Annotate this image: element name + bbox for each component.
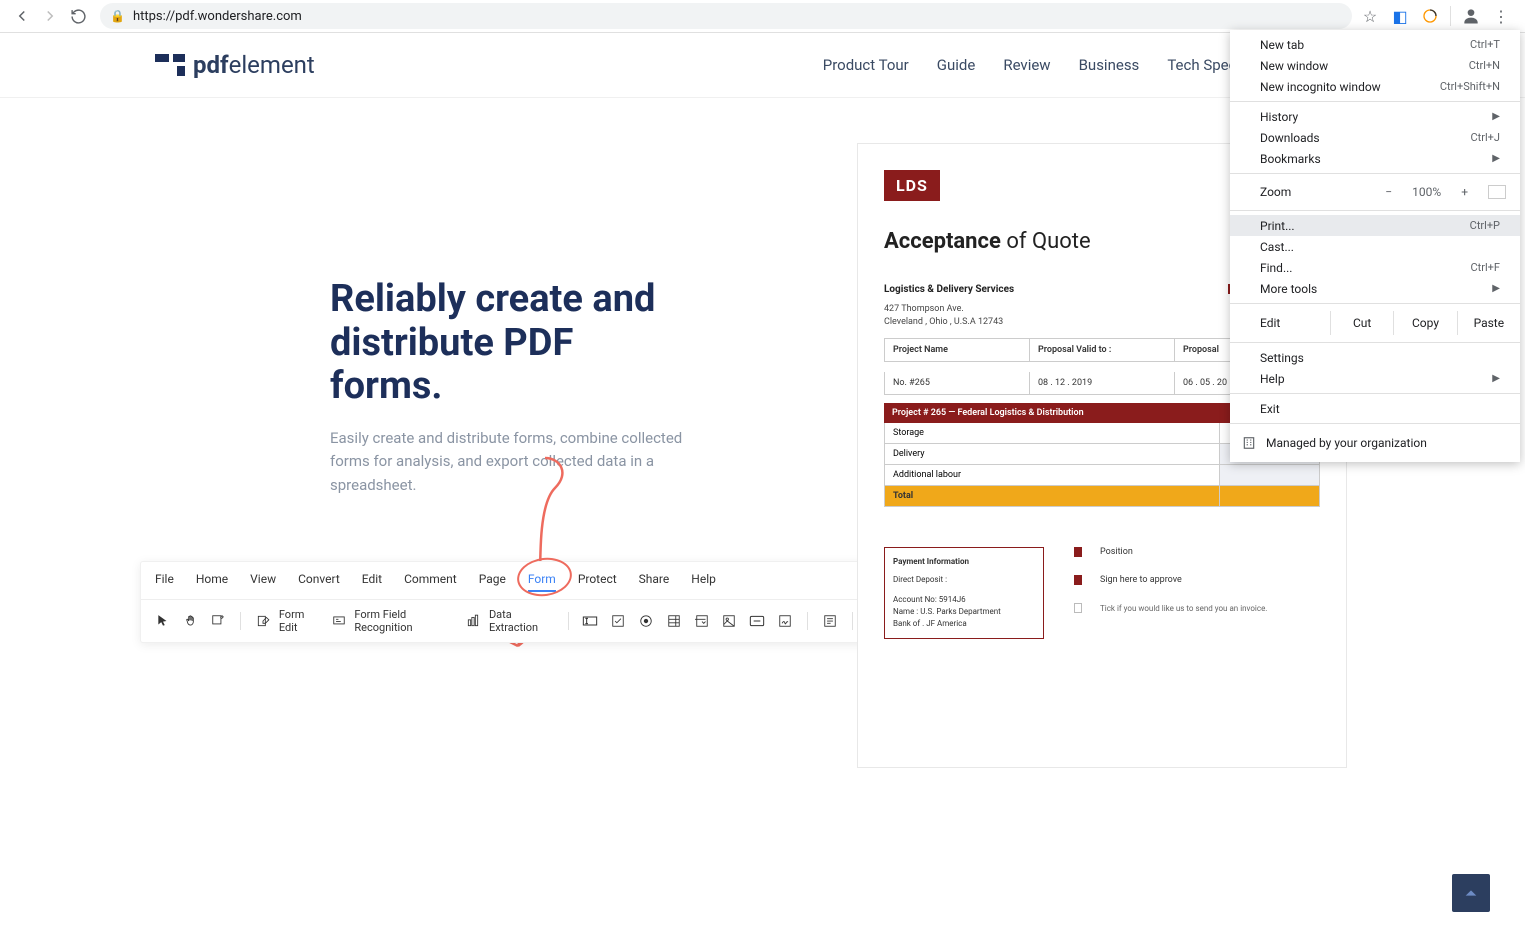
menu-new-incognito[interactable]: New incognito windowCtrl+Shift+N xyxy=(1230,76,1520,97)
menu-exit[interactable]: Exit xyxy=(1230,398,1520,419)
button-field-icon[interactable] xyxy=(747,611,767,631)
nav-business[interactable]: Business xyxy=(1079,56,1140,74)
forward-button[interactable] xyxy=(36,2,64,30)
star-icon[interactable]: ☆ xyxy=(1360,6,1380,26)
form-edit-button[interactable]: Form Edit xyxy=(253,608,320,634)
menu-edit-row: Edit Cut Copy Paste xyxy=(1230,308,1520,338)
url-text: https://pdf.wondershare.com xyxy=(133,9,302,24)
menu-protect[interactable]: Protect xyxy=(578,572,617,592)
menu-new-tab[interactable]: New tabCtrl+T xyxy=(1230,34,1520,55)
menu-managed[interactable]: Managed by your organization xyxy=(1230,428,1520,458)
menu-paste[interactable]: Paste xyxy=(1457,311,1520,335)
scroll-top-button[interactable] xyxy=(1452,874,1490,912)
menu-view[interactable]: View xyxy=(250,572,276,592)
data-extraction-button[interactable]: Data Extraction xyxy=(463,608,555,634)
marker-icon xyxy=(1074,547,1082,557)
field-recognition-icon xyxy=(329,611,349,631)
menu-copy[interactable]: Copy xyxy=(1393,311,1456,335)
position-label: Position xyxy=(1100,547,1133,557)
menu-help[interactable]: Help xyxy=(691,572,716,592)
logo-mark-icon xyxy=(155,54,185,76)
menu-settings[interactable]: Settings xyxy=(1230,347,1520,368)
menu-new-window[interactable]: New windowCtrl+N xyxy=(1230,55,1520,76)
textfield-icon[interactable] xyxy=(581,611,601,631)
menu-zoom: Zoom − 100% + xyxy=(1230,178,1520,206)
zoom-in-button[interactable]: + xyxy=(1457,185,1472,199)
listbox-icon[interactable] xyxy=(664,611,684,631)
building-icon xyxy=(1242,436,1256,450)
proj-name-value: No. #265 xyxy=(885,372,1030,394)
zoom-out-button[interactable]: − xyxy=(1381,185,1396,199)
doc-brand: LDS xyxy=(884,170,940,201)
nav-guide[interactable]: Guide xyxy=(937,56,976,74)
menu-comment[interactable]: Comment xyxy=(404,572,457,592)
data-extraction-icon xyxy=(463,611,483,631)
menu-cast[interactable]: Cast... xyxy=(1230,236,1520,257)
hand-icon[interactable] xyxy=(181,611,201,631)
menu-cut[interactable]: Cut xyxy=(1330,311,1393,335)
payment-info-box: Payment Information Direct Deposit : Acc… xyxy=(884,547,1044,639)
table-total: Total xyxy=(884,486,1320,507)
chrome-menu: New tabCtrl+T New windowCtrl+N New incog… xyxy=(1230,30,1520,462)
menu-home[interactable]: Home xyxy=(196,572,228,592)
pointer-icon[interactable] xyxy=(153,611,173,631)
tick-note: Tick if you would like us to send you an… xyxy=(1100,604,1267,613)
menu-help[interactable]: Help▶ xyxy=(1230,368,1520,389)
menu-bookmarks[interactable]: Bookmarks▶ xyxy=(1230,148,1520,169)
checkbox-empty-icon xyxy=(1074,603,1082,613)
fullscreen-button[interactable] xyxy=(1488,185,1506,199)
form-edit-icon xyxy=(253,611,273,631)
extension-icon-2[interactable] xyxy=(1420,6,1440,26)
menu-downloads[interactable]: DownloadsCtrl+J xyxy=(1230,127,1520,148)
table-row: Additional labour xyxy=(884,465,1320,486)
doc-address: 427 Thompson Ave.Cleveland , Ohio , U.S.… xyxy=(884,303,1228,328)
image-field-icon[interactable] xyxy=(719,611,739,631)
checkbox-icon[interactable] xyxy=(608,611,628,631)
properties-icon[interactable] xyxy=(820,611,840,631)
proposal-valid-label: Proposal Valid to : xyxy=(1030,339,1175,361)
menu-page[interactable]: Page xyxy=(479,572,506,592)
menu-print[interactable]: Print...Ctrl+P xyxy=(1230,215,1520,236)
marker-icon xyxy=(1074,575,1082,585)
dropdown-icon[interactable] xyxy=(692,611,712,631)
menu-file[interactable]: File xyxy=(155,572,174,592)
menu-edit[interactable]: Edit xyxy=(362,572,382,592)
menu-edit-label: Edit xyxy=(1230,311,1330,335)
doc-section-title: Logistics & Delivery Services xyxy=(884,284,1228,295)
menu-history[interactable]: History▶ xyxy=(1230,106,1520,127)
reload-button[interactable] xyxy=(64,2,92,30)
proj-name-label: Project Name xyxy=(885,339,1030,361)
radio-icon[interactable] xyxy=(636,611,656,631)
proposal-valid-value: 08 . 12 . 2019 xyxy=(1030,372,1175,394)
browser-toolbar: 🔒 https://pdf.wondershare.com ☆ ◧ ⋮ xyxy=(0,0,1525,33)
menu-share[interactable]: Share xyxy=(639,572,670,592)
menu-find[interactable]: Find...Ctrl+F xyxy=(1230,257,1520,278)
site-logo[interactable]: pdfelement xyxy=(155,51,315,79)
signature-icon[interactable] xyxy=(775,611,795,631)
sign-label: Sign here to approve xyxy=(1100,575,1182,585)
nav-review[interactable]: Review xyxy=(1003,56,1050,74)
zoom-value: 100% xyxy=(1412,185,1441,199)
lock-icon: 🔒 xyxy=(110,9,125,23)
profile-icon[interactable] xyxy=(1461,6,1481,26)
extension-icon-1[interactable]: ◧ xyxy=(1390,6,1410,26)
menu-convert[interactable]: Convert xyxy=(298,572,340,592)
hero-title: Reliably create and distribute PDF forms… xyxy=(330,278,690,409)
back-button[interactable] xyxy=(8,2,36,30)
edit-icon[interactable] xyxy=(209,611,229,631)
address-bar[interactable]: 🔒 https://pdf.wondershare.com xyxy=(100,3,1352,29)
menu-form[interactable]: Form xyxy=(528,572,556,592)
chrome-menu-button[interactable]: ⋮ xyxy=(1491,6,1511,26)
field-recognition-button[interactable]: Form Field Recognition xyxy=(329,608,456,634)
menu-more-tools[interactable]: More tools▶ xyxy=(1230,278,1520,299)
nav-product-tour[interactable]: Product Tour xyxy=(823,56,909,74)
